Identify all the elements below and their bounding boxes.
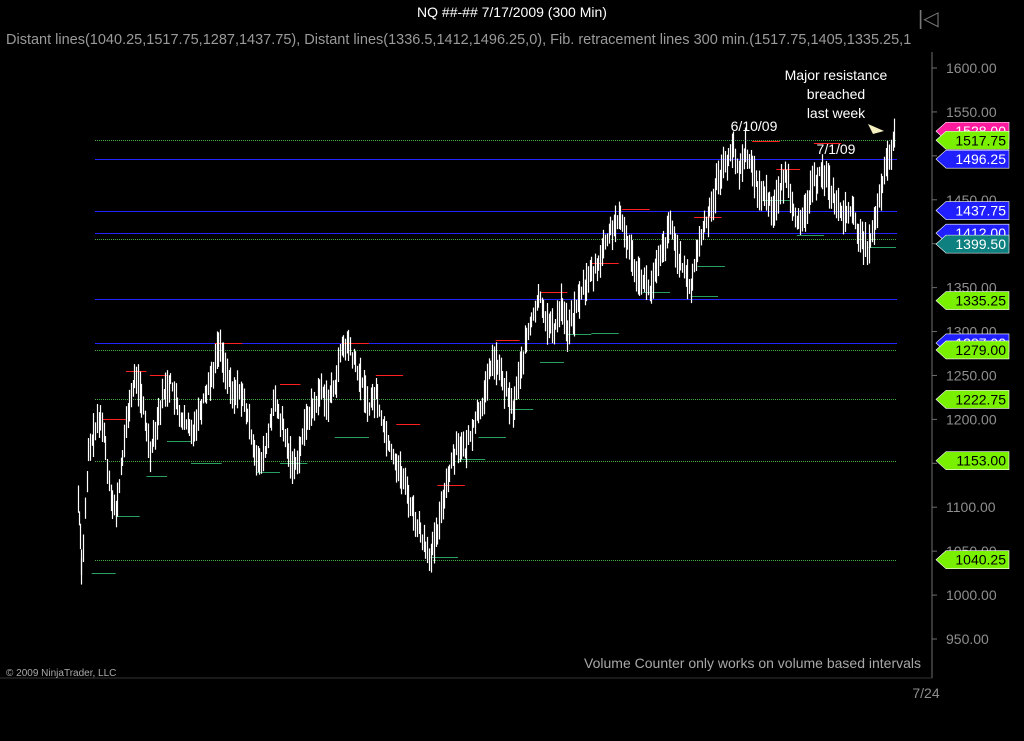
price-tag-label-10: 1153.00 [956,453,1006,469]
annotation-arrow-icon [868,124,884,134]
annotation-date-7-1-09: 7/1/09 [817,141,856,157]
scroll-to-end-icon[interactable]: |◁ [918,6,939,31]
annotation-resistance-line-3: last week [807,105,866,121]
price-tag-label-5: 1399.50 [955,236,1006,252]
tick-label-0: 1600.00 [946,60,997,76]
price-tag-1153.00: 1153.00 [935,451,1010,470]
tick-label-10: 1100.00 [946,499,996,515]
price-chart: 1600.001550.001500.001450.001400.001350.… [0,52,1010,701]
price-tag-label-11: 1040.25 [955,552,1006,568]
price-tag-1279.00: 1279.00 [935,340,1010,360]
price-tag-label-9: 1222.75 [955,391,1006,407]
tick-label-8: 1200.00 [946,411,997,427]
annotation-date-6-10-09: 6/10/09 [731,118,778,134]
price-tag-1437.75: 1437.75 [935,201,1010,220]
price-tag-label-1: 1517.75 [955,132,1006,148]
price-tag-1040.25: 1040.25 [935,550,1010,570]
indicator-summary: Distant lines(1040.25,1517.75,1287,1437.… [6,32,912,48]
tick-label-1: 1550.00 [946,104,997,120]
price-tag-1517.75: 1517.75 [935,130,1010,150]
window-title: NQ ##-## 7/17/2009 (300 Min) [417,4,607,20]
annotation-resistance: Major resistance breached last week [785,67,888,134]
tick-label-7: 1250.00 [946,367,997,383]
swing-levels [91,141,896,574]
price-tag-label-6: 1335.25 [955,293,1006,309]
copyright-notice: © 2009 NinjaTrader, LLC [6,668,117,679]
price-tag-label-3: 1437.75 [955,203,1006,219]
price-tag-label-8: 1279.00 [955,342,1006,358]
time-axis-label: 7/24 [912,685,939,701]
volume-counter-message: Volume Counter only works on volume base… [584,655,921,671]
tick-label-12: 1000.00 [946,587,997,603]
price-tag-1399.50: 1399.50 [935,234,1010,254]
tick-label-13: 950.00 [946,631,989,647]
annotation-resistance-line-2: breached [807,86,865,102]
price-bars [77,118,896,585]
annotation-resistance-line-1: Major resistance [785,67,888,83]
price-tag-1496.25: 1496.25 [935,149,1010,169]
price-tag-1335.25: 1335.25 [935,291,1010,310]
price-tag-label-2: 1496.25 [955,151,1006,167]
price-tag-1222.75: 1222.75 [935,390,1010,409]
